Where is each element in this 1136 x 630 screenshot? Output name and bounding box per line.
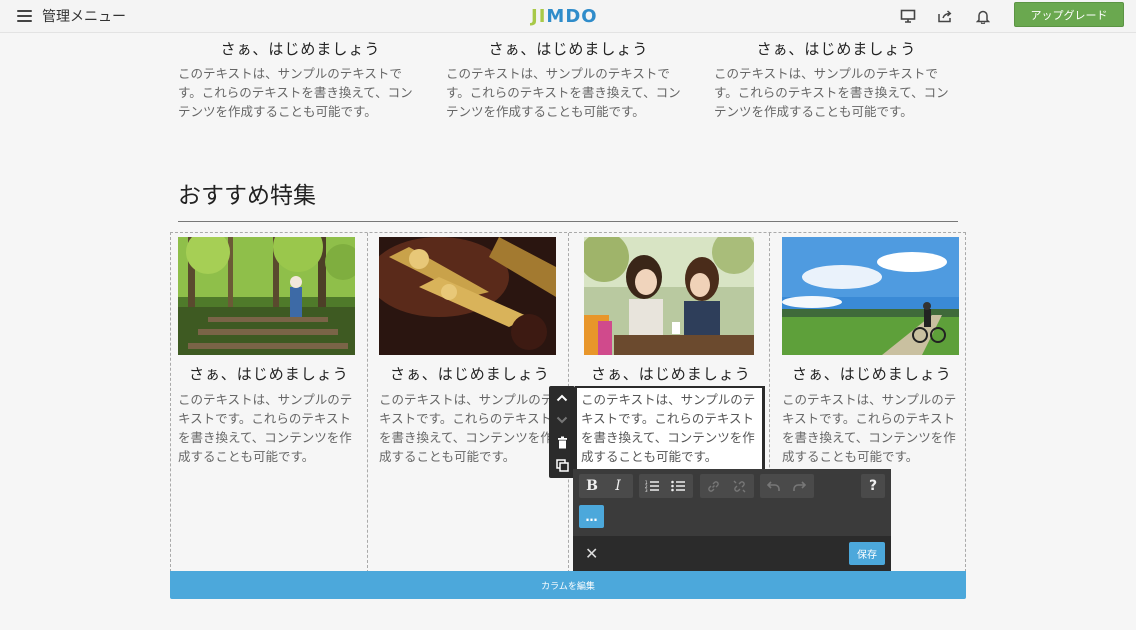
jimdo-logo: JIMDO [531,6,598,27]
card-title: さぁ、はじめましょう [591,365,751,383]
unlink-icon[interactable] [726,474,752,498]
top-column-title: さぁ、はじめましょう [488,40,649,58]
text-editor-area[interactable]: このテキストは、サンプルのテキストです。これらのテキストを書き換えて、コンテンツ… [575,386,765,472]
top-column-2: さぁ、はじめましょう このテキストは、サンプルのテキストです。これらのテキストを… [446,38,691,121]
column-divider [367,233,368,573]
redo-icon[interactable] [786,474,812,498]
help-button[interactable]: ? [861,474,885,498]
save-button[interactable]: 保存 [849,542,885,565]
card-text: このテキストは、サンプルのテキストです。これらのテキストを書き換えて、コンテンツ… [178,392,353,464]
top-bar: 管理メニュー JIMDO アップグレード [0,0,1136,33]
element-tools [549,386,575,478]
editor-text[interactable]: このテキストは、サンプルのテキストです。これらのテキストを書き換えて、コンテンツ… [581,390,763,466]
bold-button[interactable]: B [579,474,605,498]
top-column-title: さぁ、はじめましょう [220,40,381,58]
card-text: このテキストは、サンプルのテキストです。これらのテキストを書き換えて、コンテンツ… [379,392,554,464]
admin-menu-button[interactable]: 管理メニュー [17,6,137,26]
cyclist-landscape-photo[interactable] [782,237,959,355]
top-column-text: このテキストは、サンプルのテキストです。これらのテキストを書き換えて、コンテンツ… [714,66,949,119]
more-options-button[interactable]: … [579,505,604,528]
forest-child-photo[interactable] [178,237,355,355]
admin-menu-label: 管理メニュー [42,9,126,25]
bullet-list-icon[interactable] [665,474,691,498]
top-column-text: このテキストは、サンプルのテキストです。これらのテキストを書き換えて、コンテンツ… [178,66,413,119]
bell-icon[interactable] [974,7,992,25]
link-icon[interactable] [700,474,726,498]
section-divider [178,221,958,222]
italic-button[interactable]: I [605,474,631,498]
card-title: さぁ、はじめましょう [189,365,349,383]
list-group: 123 [639,474,693,498]
close-icon[interactable]: ✕ [585,544,598,563]
top-column-1: さぁ、はじめましょう このテキストは、サンプルのテキストです。これらのテキストを… [178,38,423,121]
share-icon[interactable] [936,7,954,25]
trash-icon[interactable] [553,433,571,451]
monitor-icon[interactable] [899,7,917,25]
section-title: おすすめ特集 [178,183,316,209]
link-group [700,474,754,498]
card-title: さぁ、はじめましょう [390,365,550,383]
editor-actions-bar: ✕ 保存 [573,536,891,571]
top-column-text: このテキストは、サンプルのテキストです。これらのテキストを書き換えて、コンテンツ… [446,66,681,119]
svg-text:3: 3 [645,488,648,492]
rich-text-toolbar: B I 123 ? … ✕ 保存 [573,469,891,571]
help-group: ? [861,474,885,498]
top-column-3: さぁ、はじめましょう このテキストは、サンプルのテキストです。これらのテキストを… [714,38,959,121]
ordered-list-icon[interactable]: 123 [639,474,665,498]
history-group [760,474,814,498]
move-down-icon[interactable] [553,411,571,429]
hamburger-icon [17,10,32,22]
format-row: B I 123 ? [573,469,891,505]
edit-columns-button[interactable]: カラムを編集 [170,571,966,599]
copy-icon[interactable] [553,456,571,474]
card-text: このテキストは、サンプルのテキストです。これらのテキストを書き換えて、コンテンツ… [782,392,957,464]
top-column-title: さぁ、はじめましょう [756,40,917,58]
card-title: さぁ、はじめましょう [792,365,952,383]
text-style-group: B I [579,474,633,498]
trumpet-photo[interactable] [379,237,556,355]
upgrade-button[interactable]: アップグレード [1014,2,1124,27]
move-up-icon[interactable] [553,389,571,407]
cafe-friends-photo[interactable] [584,237,754,355]
undo-icon[interactable] [760,474,786,498]
